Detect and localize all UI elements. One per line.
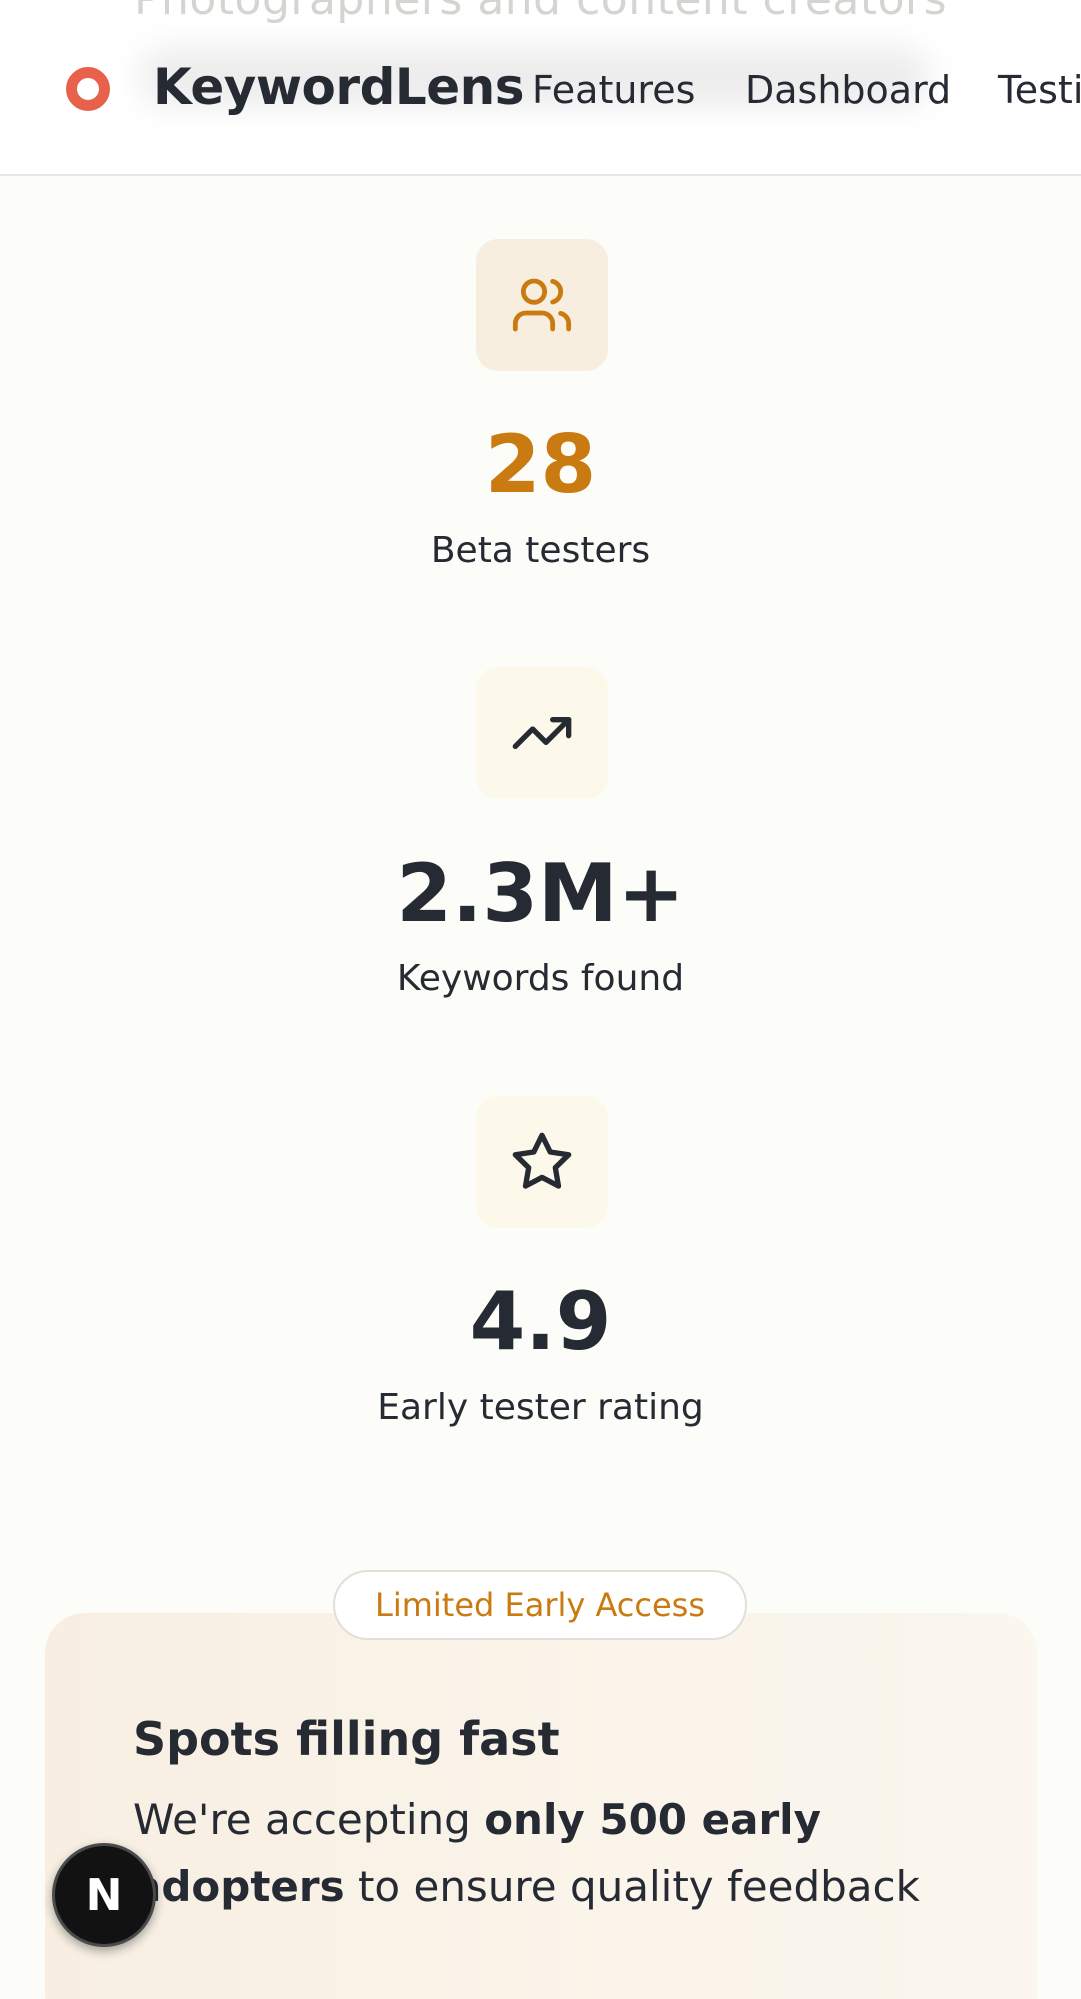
stat-value-beta-testers: 28 <box>484 418 597 511</box>
early-access-text-bold-1: only 500 early <box>484 1795 821 1844</box>
stat-label-rating: Early tester rating <box>377 1387 704 1428</box>
floating-n-label: N <box>85 1869 123 1921</box>
limited-early-access-badge: Limited Early Access <box>333 1570 747 1640</box>
stat-value-rating: 4.9 <box>469 1275 612 1368</box>
floating-n-button[interactable]: N <box>52 1843 156 1947</box>
stat-label-beta-testers: Beta testers <box>430 530 651 571</box>
trending-up-icon <box>512 717 572 749</box>
nav-link-testimonials[interactable]: Testi <box>998 68 1081 112</box>
stat-value-keywords-found: 2.3M+ <box>396 847 685 940</box>
star-icon <box>512 1132 572 1189</box>
stat-icon-box-star <box>476 1096 608 1228</box>
early-access-text-line-1: We're accepting only 500 early <box>133 1795 821 1844</box>
early-access-text-bold-2: adopters <box>133 1862 345 1911</box>
stat-icon-box-users <box>476 239 608 371</box>
users-icon <box>512 278 572 332</box>
nav-link-dashboard[interactable]: Dashboard <box>745 68 951 112</box>
early-access-text-line-2: adopters to ensure quality feedback <box>133 1862 920 1911</box>
site-header: Photographers and content creators Keywo… <box>0 0 1081 176</box>
header-ghost-text: Photographers and content creators <box>0 0 1081 25</box>
nav-link-features[interactable]: Features <box>532 68 695 112</box>
stat-label-keywords-found: Keywords found <box>396 958 685 999</box>
early-access-text-pre: We're accepting <box>133 1795 485 1844</box>
early-access-text-post: to ensure quality feedback <box>344 1862 920 1911</box>
logo-ring-icon[interactable] <box>66 67 110 111</box>
stat-icon-box-trending <box>476 667 608 799</box>
early-access-title: Spots filling fast <box>133 1712 560 1766</box>
brand-name[interactable]: KeywordLens <box>153 58 525 116</box>
